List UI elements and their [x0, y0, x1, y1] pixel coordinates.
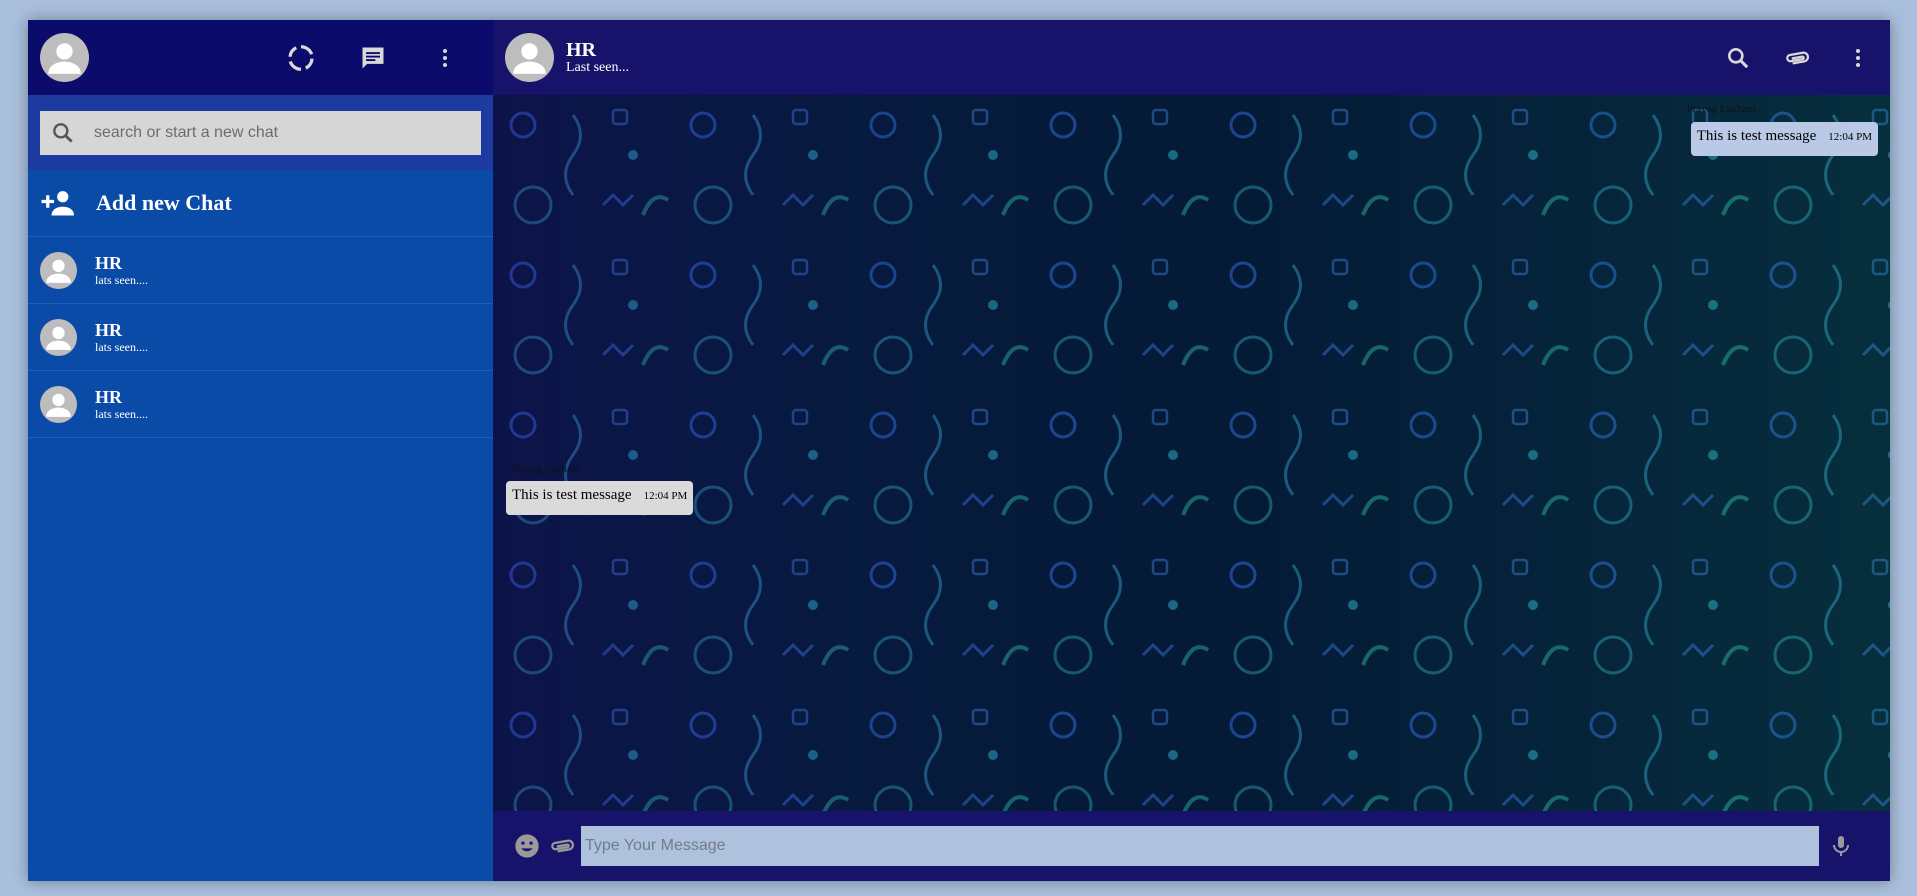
chat-wallpaper [493, 95, 1890, 811]
chat-status: lats seen.... [95, 340, 148, 354]
avatar [40, 385, 77, 423]
message-time: 12:04 PM [1828, 131, 1872, 143]
user-avatar[interactable] [40, 33, 89, 82]
add-new-chat-label: Add new Chat [96, 190, 232, 215]
contact-name: HR [566, 38, 596, 61]
message-text: This is test message [1696, 128, 1817, 144]
sidebar-header [28, 20, 493, 95]
person-icon [46, 259, 71, 283]
chat-name: HR [95, 387, 122, 407]
sent-message-bubble[interactable]: This is test message 12:04 PM [1690, 122, 1878, 156]
emoji-icon[interactable] [511, 830, 543, 862]
avatar [40, 251, 77, 289]
more-vertical-icon[interactable] [1842, 42, 1874, 74]
more-vertical-icon[interactable] [429, 42, 461, 74]
search-container [28, 95, 493, 170]
search-icon[interactable] [1722, 42, 1754, 74]
chat-list-item[interactable]: HR lats seen.... [28, 304, 493, 371]
message-area[interactable]: Prayag Lakhani This is test message 12:0… [493, 95, 1890, 811]
chat-panel: HR Last seen... Prayag Lakhani This is t… [493, 20, 1890, 881]
chat-name: HR [95, 253, 122, 273]
chat-icon[interactable] [357, 42, 389, 74]
search-input[interactable] [92, 122, 456, 143]
add-new-chat-button[interactable]: Add new Chat [28, 170, 493, 237]
chat-status: lats seen.... [95, 407, 148, 421]
message-time: 12:04 PM [643, 490, 688, 502]
person-icon [46, 393, 71, 417]
person-icon [513, 43, 546, 74]
chat-list-item[interactable]: HR lats seen.... [28, 371, 493, 438]
received-message-bubble[interactable]: This is test message 12:04 PM [506, 481, 694, 515]
attach-icon[interactable] [547, 830, 579, 862]
add-person-icon [41, 191, 74, 216]
person-icon [48, 43, 81, 74]
sidebar-header-icons [285, 42, 461, 74]
chat-list-item[interactable]: HR lats seen.... [28, 237, 493, 304]
chat-status: lats seen.... [95, 273, 148, 287]
chat-name: HR [95, 320, 122, 340]
sidebar: Add new Chat HR lats seen.... HR lats se… [28, 20, 493, 881]
avatar [40, 318, 77, 356]
search-icon [53, 122, 73, 143]
message-input[interactable] [581, 826, 1819, 866]
search-box [40, 110, 481, 155]
chat-header-icons [1722, 42, 1874, 74]
person-icon [46, 326, 71, 350]
contact-status: Last seen... [566, 59, 629, 75]
message-sender: Prayag Lakhani [1686, 103, 1756, 115]
attach-icon[interactable] [1782, 42, 1814, 74]
chat-app: Add new Chat HR lats seen.... HR lats se… [28, 20, 1890, 881]
status-icon[interactable] [285, 42, 317, 74]
message-composer [493, 811, 1890, 881]
chat-header: HR Last seen... [493, 20, 1890, 95]
message-text: This is test message [512, 487, 632, 503]
mic-icon[interactable] [1825, 830, 1857, 862]
message-sender: Prayag Lakhani [511, 463, 581, 475]
contact-avatar[interactable] [505, 33, 554, 82]
